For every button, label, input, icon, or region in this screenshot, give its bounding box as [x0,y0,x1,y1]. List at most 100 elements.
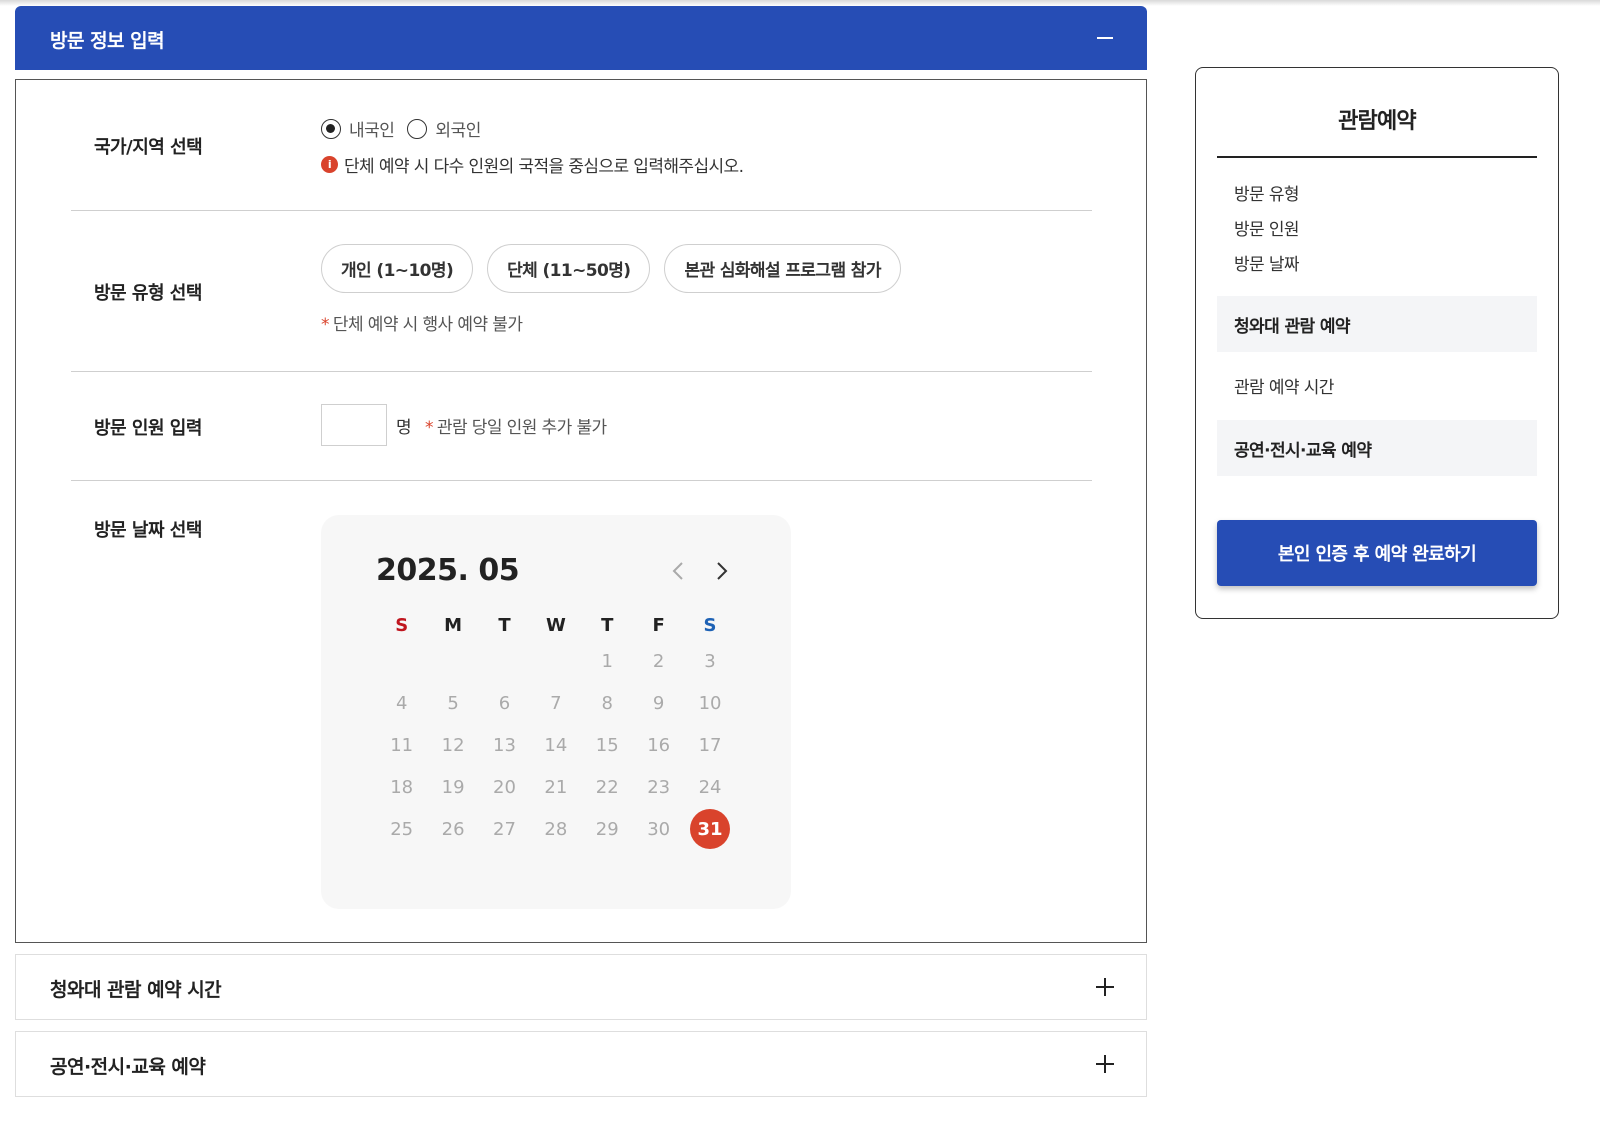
calendar-day[interactable]: 29 [582,808,633,850]
radio-domestic-label[interactable]: 내국인 [349,116,395,141]
calendar-day[interactable]: 10 [684,683,735,725]
plus-icon[interactable] [1095,1054,1115,1074]
calendar-empty-cell [479,641,530,683]
visit-type-note: * 단체 예약 시 행사 예약 불가 [321,310,523,335]
calendar-day[interactable]: 17 [684,725,735,767]
visitor-count-input[interactable] [321,404,387,446]
plus-icon[interactable] [1095,977,1115,997]
calendar-day[interactable]: 1 [582,641,633,683]
accordion-performance-reservation[interactable]: 공연·전시·교육 예약 [15,1031,1147,1097]
divider [71,371,1092,372]
sidebar-section-title: 청와대 관람 예약 [1234,317,1351,337]
calendar-day-label: 14 [544,734,568,756]
calendar-day-label: 15 [595,734,619,756]
calendar-day-label: 27 [493,818,516,840]
calendar-day[interactable]: 16 [633,725,684,767]
calendar-day[interactable]: 24 [684,766,735,808]
calendar-day[interactable]: 6 [479,683,530,725]
calendar-day[interactable]: 18 [376,766,427,808]
calendar-day[interactable]: 14 [530,725,581,767]
complete-reservation-button[interactable]: 본인 인증 후 예약 완료하기 [1217,520,1537,586]
calendar-empty-cell [427,641,478,683]
collapse-icon[interactable] [1093,26,1117,50]
calendar-day[interactable]: 2 [633,641,684,683]
divider [71,210,1092,211]
calendar-day-label: 20 [493,776,516,798]
calendar-grid: SMTWTFS 1 2 3 4 5 6 7 8 9 10 11 12 13 14 15 16 17 18 19 20 2… [376,615,736,850]
radio-foreign-label[interactable]: 외국인 [435,116,481,141]
chevron-right-icon[interactable] [711,559,733,583]
calendar-day[interactable]: 20 [479,766,530,808]
calendar-day[interactable]: 3 [684,641,735,683]
calendar-day[interactable]: 23 [633,766,684,808]
calendar-day[interactable]: 8 [582,683,633,725]
visit-type-individual-button[interactable]: 개인 (1~10명) [321,244,474,293]
calendar-day[interactable]: 7 [530,683,581,725]
divider [71,480,1092,481]
calendar-day[interactable]: 19 [427,766,478,808]
calendar-day[interactable]: 22 [582,766,633,808]
nationality-note-text: 단체 예약 시 다수 인원의 국적을 중심으로 입력해주십시오. [344,157,744,177]
calendar-day-label: 28 [544,818,568,840]
calendar-day-label: 10 [698,693,722,715]
reservation-summary-sidebar: 관람예약 방문 유형 방문 인원 방문 날짜 청와대 관람 예약 관람 예약 시… [1195,67,1559,619]
accordion-reservation-time[interactable]: 청와대 관람 예약 시간 [15,954,1147,1020]
calendar-day[interactable]: 5 [427,683,478,725]
sidebar-title: 관람예약 [1338,109,1417,134]
calendar-day[interactable]: 31 [684,808,735,850]
calendar-day-label: 25 [390,818,414,840]
calendar-day-label: 4 [395,693,408,715]
visit-type-options: 개인 (1~10명) 단체 (11~50명) 본관 심화해설 프로그램 참가 [321,244,915,293]
visit-type-program-button[interactable]: 본관 심화해설 프로그램 참가 [664,244,901,293]
calendar-day-label: 30 [647,818,671,840]
divider [1217,156,1537,158]
calendar-week-row: 1 2 3 [376,641,736,683]
calendar-empty-cell [376,641,427,683]
calendar-day[interactable]: 9 [633,683,684,725]
calendar-day-label: 17 [698,734,722,756]
calendar-day-label: 13 [493,734,516,756]
visitor-count-note: * 관람 당일 인원 추가 불가 [425,413,607,438]
chevron-left-icon[interactable] [667,559,689,583]
panel-title: 방문 정보 입력 [50,30,165,52]
calendar-day[interactable]: 28 [530,808,581,850]
calendar-weekday: T [498,615,511,636]
visit-info-panel-header[interactable]: 방문 정보 입력 [15,6,1147,70]
calendar-day[interactable]: 25 [376,808,427,850]
calendar-day[interactable]: 4 [376,683,427,725]
calendar-weekday: S [395,615,409,636]
calendar-day[interactable]: 12 [427,725,478,767]
calendar-day[interactable]: 26 [427,808,478,850]
sidebar-item-visit-type: 방문 유형 [1234,185,1300,205]
info-icon: i [321,156,338,173]
calendar-day[interactable]: 27 [479,808,530,850]
sidebar-item-visit-date: 방문 날짜 [1234,255,1300,275]
calendar-day[interactable]: 21 [530,766,581,808]
calendar-day[interactable]: 15 [582,725,633,767]
calendar-week-row: 11 12 13 14 15 16 17 [376,725,736,767]
calendar-day-label: 23 [647,776,671,798]
sidebar-section-tour: 청와대 관람 예약 [1217,296,1537,352]
calendar-day-label: 16 [647,734,671,756]
visit-type-group-button[interactable]: 단체 (11~50명) [487,244,651,293]
calendar-day[interactable]: 11 [376,725,427,767]
radio-foreign[interactable] [407,118,428,139]
calendar-day-label: 29 [595,818,619,840]
radio-domestic[interactable] [321,118,341,139]
visit-type-label: 방문 유형 선택 [94,283,202,304]
calendar-day-label: 24 [698,776,722,798]
visitor-count-note-text: 관람 당일 인원 추가 불가 [436,418,607,438]
calendar-weeks: 1 2 3 4 5 6 7 8 9 10 11 12 13 14 15 16 17 18 19 20 21 22 23 24 2… [376,641,736,850]
calendar-day[interactable]: 30 [633,808,684,850]
calendar-weekday: W [545,615,566,636]
sidebar-section-performance: 공연·전시·교육 예약 [1217,420,1537,476]
calendar-day-label: 12 [441,734,465,756]
calendar-empty-cell [530,641,581,683]
calendar-day-label: 8 [601,693,613,715]
calendar-day[interactable]: 13 [479,725,530,767]
calendar-day-label: 3 [704,651,716,673]
calendar-day-label: 19 [441,776,465,798]
calendar-week-row: 18 19 20 21 22 23 24 [376,766,736,808]
calendar-day-label: 26 [441,818,465,840]
calendar-weekday: S [703,615,717,636]
